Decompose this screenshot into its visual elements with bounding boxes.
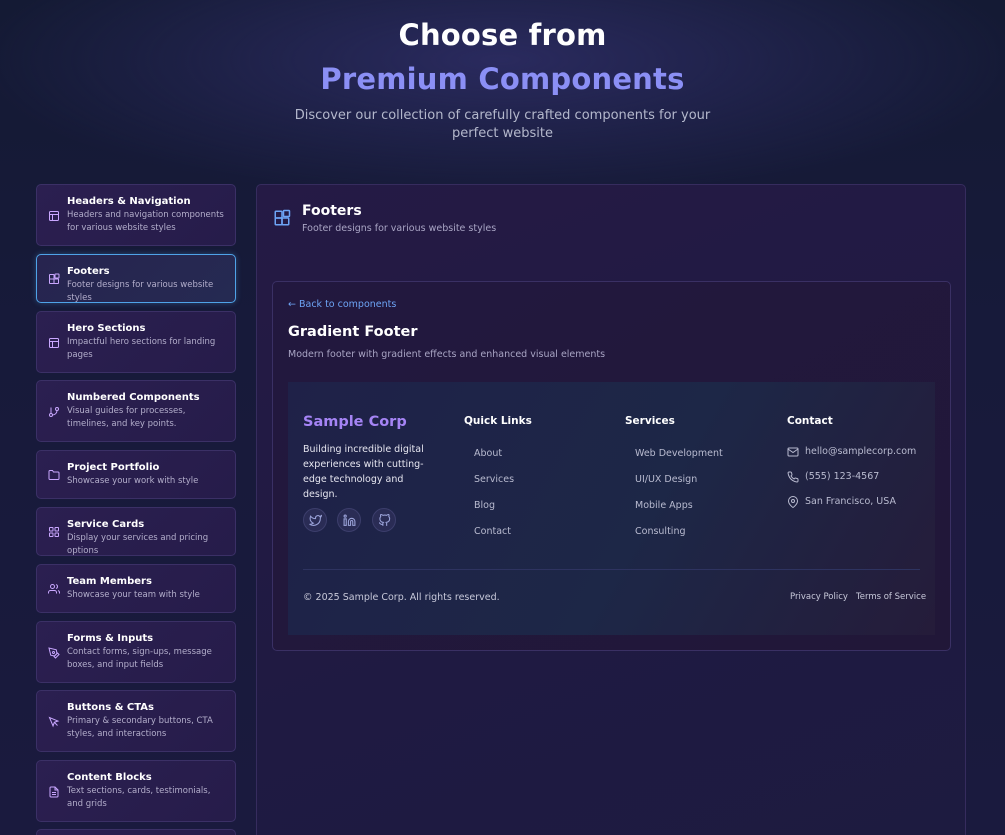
panel-title: Footers <box>302 203 362 219</box>
footer-link-consulting[interactable]: Consulting <box>635 526 686 537</box>
footer-divider <box>303 569 920 570</box>
sidebar-item-numbered-components[interactable]: Numbered Components Visual guides for pr… <box>36 380 236 442</box>
sidebar-item-desc: Impactful hero sections for landing page… <box>67 337 216 360</box>
privacy-policy-link[interactable]: Privacy Policy <box>790 592 848 602</box>
contact-phone-text: (555) 123-4567 <box>805 471 880 482</box>
component-subtitle: Modern footer with gradient effects and … <box>288 349 606 360</box>
grid-icon <box>49 527 59 537</box>
hero-subtitle: Discover our collection of carefully cra… <box>294 108 711 141</box>
sidebar-item-title: Numbered Components <box>67 392 200 403</box>
sidebar-item-title: Headers & Navigation <box>67 196 191 207</box>
panel-subtitle: Footer designs for various website style… <box>302 223 497 234</box>
sidebar-item-hero-sections[interactable]: Hero Sections Impactful hero sections fo… <box>36 311 236 373</box>
terms-of-service-link[interactable]: Terms of Service <box>856 592 926 602</box>
phone-icon <box>787 471 799 483</box>
file-text-icon <box>49 786 59 798</box>
footer-link-services[interactable]: Services <box>474 474 514 485</box>
twitter-button[interactable] <box>303 508 327 532</box>
cursor-icon <box>48 716 60 728</box>
sidebar-item-title: Buttons & CTAs <box>67 702 155 713</box>
sidebar-item-more[interactable] <box>36 829 236 835</box>
sidebar-item-title: Content Blocks <box>67 772 152 783</box>
sidebar-item-desc: Primary & secondary buttons, CTA styles,… <box>67 716 213 739</box>
footer-link-about[interactable]: About <box>474 448 502 459</box>
sidebar-item-title: Hero Sections <box>67 323 146 334</box>
component-title: Gradient Footer <box>288 324 418 340</box>
sidebar-item-headers-navigation[interactable]: Headers & Navigation Headers and navigat… <box>36 184 236 246</box>
footer-tagline: Building incredible digital experiences … <box>303 444 424 500</box>
services-heading: Services <box>625 415 675 427</box>
sidebar-item-title: Service Cards <box>67 519 145 530</box>
sidebar-item-title: Footers <box>67 266 110 277</box>
mail-icon <box>787 447 799 457</box>
hero-title-accent: Premium Components <box>320 62 685 96</box>
sidebar-item-footers[interactable]: Footers Footer designs for various websi… <box>36 254 236 303</box>
sidebar-item-desc: Text sections, cards, testimonials, and … <box>67 786 211 809</box>
sidebar-item-desc: Headers and navigation components for va… <box>67 210 224 233</box>
contact-location-text: San Francisco, USA <box>805 496 896 507</box>
footer-link-mobile-apps[interactable]: Mobile Apps <box>635 500 693 511</box>
footer-link-ui-ux-design[interactable]: UI/UX Design <box>635 474 697 485</box>
footer-preview: Sample Corp Building incredible digital … <box>288 382 935 635</box>
github-icon <box>378 514 391 526</box>
blocks-icon <box>49 273 60 284</box>
sidebar-item-team-members[interactable]: Team Members Showcase your team with sty… <box>36 564 236 613</box>
hero-section: Choose from Premium Components Discover … <box>0 0 1005 143</box>
sidebar-item-desc: Visual guides for processes, timelines, … <box>67 406 186 429</box>
linkedin-icon <box>343 514 356 526</box>
sidebar-item-desc: Footer designs for various website style… <box>67 280 214 303</box>
github-button[interactable] <box>372 508 396 532</box>
footer-copyright: © 2025 Sample Corp. All rights reserved. <box>303 592 500 603</box>
users-icon <box>48 584 60 594</box>
back-link[interactable]: ← Back to components <box>288 299 396 310</box>
layout-icon <box>49 338 59 348</box>
git-branch-icon <box>49 407 59 417</box>
sidebar-item-title: Team Members <box>67 576 152 587</box>
twitter-icon <box>309 514 322 526</box>
sidebar-item-service-cards[interactable]: Service Cards Display your services and … <box>36 507 236 556</box>
component-panel: Footers Footer designs for various websi… <box>256 184 966 835</box>
sidebar-item-title: Forms & Inputs <box>67 633 154 644</box>
layout-icon <box>49 211 59 221</box>
footer-link-blog[interactable]: Blog <box>474 500 495 511</box>
footer-link-web-development[interactable]: Web Development <box>635 448 723 459</box>
pen-tool-icon <box>48 647 60 659</box>
sidebar-item-desc: Showcase your work with style <box>67 476 199 486</box>
sidebar-item-project-portfolio[interactable]: Project Portfolio Showcase your work wit… <box>36 450 236 499</box>
sidebar-item-buttons-ctas[interactable]: Buttons & CTAs Primary & secondary butto… <box>36 690 236 752</box>
sidebar-item-forms-inputs[interactable]: Forms & Inputs Contact forms, sign-ups, … <box>36 621 236 683</box>
hero-title: Choose from <box>398 18 607 52</box>
linkedin-button[interactable] <box>337 508 361 532</box>
blocks-icon <box>274 209 291 226</box>
footer-link-contact[interactable]: Contact <box>474 526 511 537</box>
contact-heading: Contact <box>787 415 833 427</box>
map-pin-icon <box>787 496 799 508</box>
footer-brand[interactable]: Sample Corp <box>303 414 407 430</box>
folder-icon <box>48 470 60 480</box>
component-detail-card: ← Back to components Gradient Footer Mod… <box>272 281 951 651</box>
contact-email-text: hello@samplecorp.com <box>805 446 917 457</box>
sidebar-item-desc: Showcase your team with style <box>67 590 200 600</box>
sidebar-item-desc: Display your services and pricing option… <box>67 533 209 556</box>
quick-links-heading: Quick Links <box>464 415 532 427</box>
sidebar-item-desc: Contact forms, sign-ups, message boxes, … <box>67 647 212 670</box>
sidebar-item-content-blocks[interactable]: Content Blocks Text sections, cards, tes… <box>36 760 236 822</box>
sidebar-item-title: Project Portfolio <box>67 462 160 473</box>
